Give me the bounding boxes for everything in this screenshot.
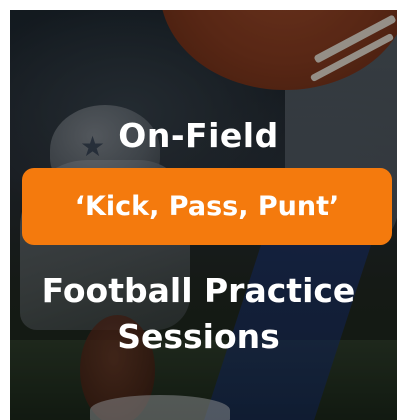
banner-label: ‘Kick, Pass, Punt’ — [74, 191, 340, 222]
promo-subtitle: Football Practice Sessions — [0, 268, 397, 360]
promo-card[interactable]: ★ On-Field ‘Kick, Pass, Punt’ Football P… — [0, 0, 397, 420]
subtitle-line-1: Football Practice — [41, 271, 356, 310]
event-banner[interactable]: ‘Kick, Pass, Punt’ — [22, 168, 392, 245]
promo-title: On-Field — [118, 116, 279, 155]
subtitle-line-2: Sessions — [117, 317, 280, 356]
